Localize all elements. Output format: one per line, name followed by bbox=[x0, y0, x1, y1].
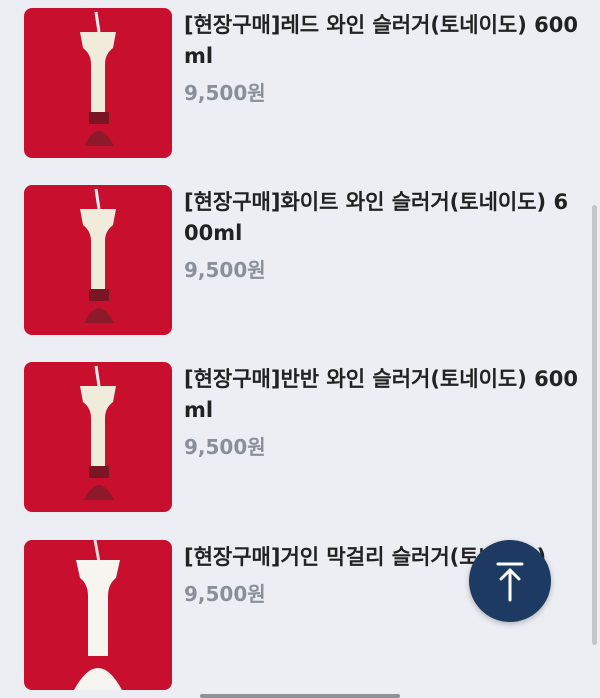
slugger-cup-white-image bbox=[74, 540, 122, 690]
product-item[interactable]: [현장구매]레드 와인 슬러거(토네이도) 600ml 9,500원 bbox=[24, 8, 584, 158]
product-title[interactable]: [현장구매]레드 와인 슬러거(토네이도) 600ml bbox=[184, 10, 579, 72]
product-price: 9,500원 bbox=[184, 435, 266, 459]
scroll-to-top-button[interactable] bbox=[469, 540, 551, 622]
product-item[interactable]: [현장구매]화이트 와인 슬러거(토네이도) 600ml 9,500원 bbox=[24, 185, 584, 335]
product-title[interactable]: [현장구매]반반 와인 슬러거(토네이도) 600ml bbox=[184, 364, 579, 426]
product-thumbnail[interactable] bbox=[24, 540, 172, 690]
product-thumbnail[interactable] bbox=[24, 185, 172, 335]
product-price: 9,500원 bbox=[184, 582, 266, 606]
product-price: 9,500원 bbox=[184, 81, 266, 105]
product-thumbnail[interactable] bbox=[24, 8, 172, 158]
product-title[interactable]: [현장구매]화이트 와인 슬러거(토네이도) 600ml bbox=[184, 187, 579, 249]
slugger-cup-red-image bbox=[80, 365, 116, 500]
slugger-cup-red-image bbox=[80, 11, 116, 146]
scrollbar[interactable] bbox=[592, 205, 597, 645]
product-item[interactable]: [현장구매]반반 와인 슬러거(토네이도) 600ml 9,500원 bbox=[24, 362, 584, 512]
slugger-cup-red-image bbox=[80, 188, 116, 323]
product-price: 9,500원 bbox=[184, 258, 266, 282]
home-indicator bbox=[200, 694, 400, 698]
product-thumbnail[interactable] bbox=[24, 362, 172, 512]
arrow-up-icon bbox=[496, 562, 524, 602]
